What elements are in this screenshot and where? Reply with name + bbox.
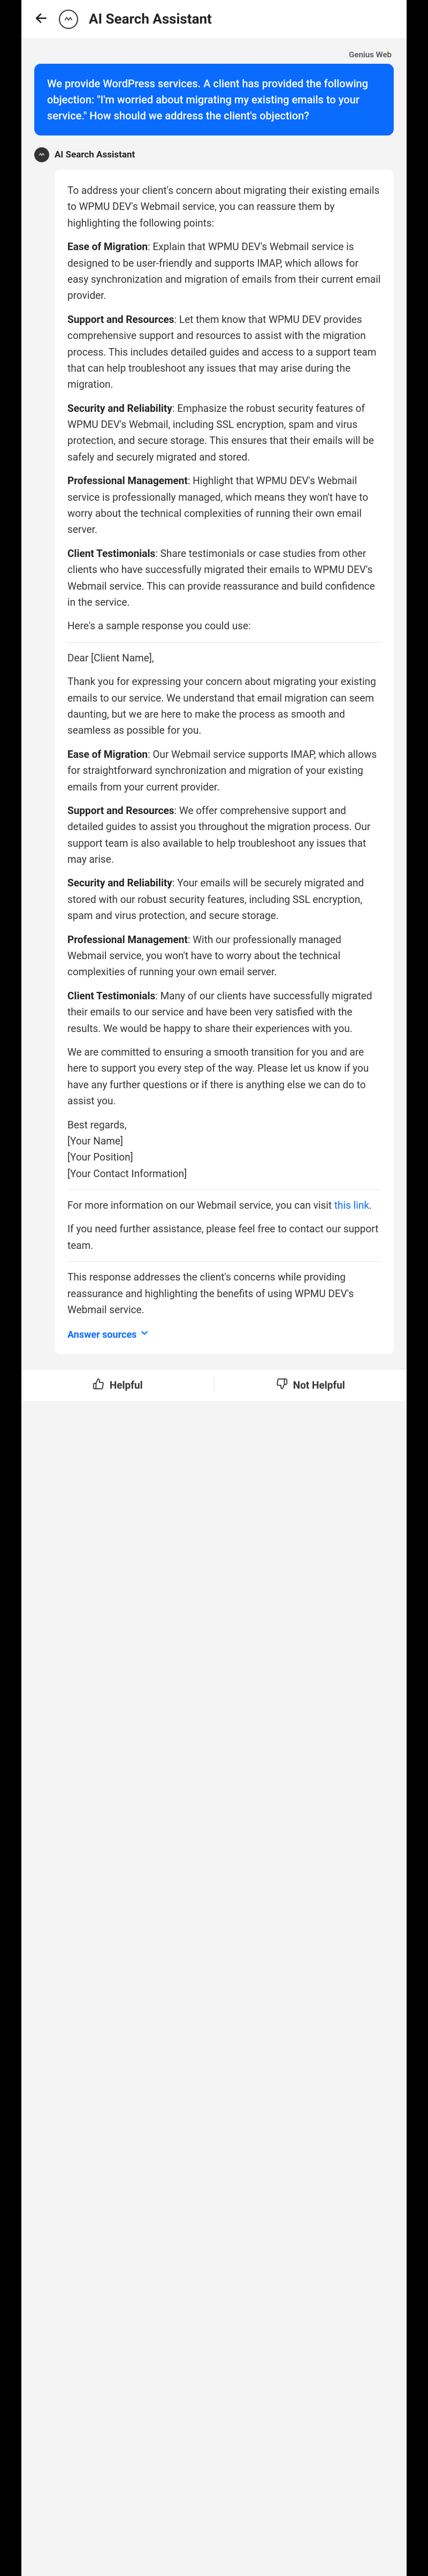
footer-assistance: If you need further assistance, please f… bbox=[67, 1221, 381, 1254]
bullet-point: Ease of Migration: Explain that WPMU DEV… bbox=[67, 239, 381, 304]
ai-avatar-icon bbox=[34, 147, 49, 162]
chevron-down-icon bbox=[140, 1328, 149, 1343]
letter-bullet-point: Professional Management: With our profes… bbox=[67, 932, 381, 981]
ai-name: AI Search Assistant bbox=[55, 149, 135, 160]
chat-area: Genius Web We provide WordPress services… bbox=[21, 39, 407, 1369]
letter-greeting: Dear [Client Name], bbox=[67, 650, 381, 666]
bullet-point: Security and Reliability: Emphasize the … bbox=[67, 401, 381, 466]
sample-lead: Here's a sample response you could use: bbox=[67, 618, 381, 634]
letter-bullet-point: Ease of Migration: Our Webmail service s… bbox=[67, 747, 381, 795]
conclusion: This response addresses the client's con… bbox=[67, 1269, 381, 1318]
letter-bullet-point: Security and Reliability: Your emails wi… bbox=[67, 875, 381, 924]
footer-link-line: For more information on our Webmail serv… bbox=[67, 1197, 381, 1214]
page-title: AI Search Assistant bbox=[89, 11, 212, 27]
letter-bullet-point: Client Testimonials: Many of our clients… bbox=[67, 988, 381, 1037]
thumbs-up-icon bbox=[93, 1378, 104, 1392]
user-message: We provide WordPress services. A client … bbox=[34, 64, 394, 135]
bullet-point: Support and Resources: Let them know tha… bbox=[67, 312, 381, 393]
letter-signoff: Best regards, [Your Name] [Your Position… bbox=[67, 1117, 381, 1182]
bullet-point: Professional Management: Highlight that … bbox=[67, 473, 381, 538]
letter-bullet-point: Support and Resources: We offer comprehe… bbox=[67, 803, 381, 868]
intro-text: To address your client's concern about m… bbox=[67, 183, 381, 231]
helpful-button[interactable]: Helpful bbox=[21, 1378, 214, 1392]
header: AI Search Assistant bbox=[21, 0, 407, 39]
answer-sources-toggle[interactable]: Answer sources bbox=[67, 1328, 381, 1343]
letter-commitment: We are committed to ensuring a smooth tr… bbox=[67, 1044, 381, 1110]
not-helpful-button[interactable]: Not Helpful bbox=[214, 1378, 407, 1392]
app-container: AI Search Assistant Genius Web We provid… bbox=[21, 0, 407, 2576]
feedback-bar: Helpful Not Helpful bbox=[21, 1369, 407, 1401]
thumbs-down-icon bbox=[276, 1378, 288, 1392]
ai-response: To address your client's concern about m… bbox=[55, 170, 394, 1354]
letter-opening: Thank you for expressing your concern ab… bbox=[67, 674, 381, 739]
logo-icon bbox=[59, 10, 78, 29]
bullet-point: Client Testimonials: Share testimonials … bbox=[67, 546, 381, 611]
source-label: Genius Web bbox=[34, 50, 394, 59]
info-link[interactable]: this link bbox=[334, 1199, 369, 1211]
back-icon[interactable] bbox=[34, 11, 48, 27]
ai-header: AI Search Assistant bbox=[34, 147, 394, 162]
